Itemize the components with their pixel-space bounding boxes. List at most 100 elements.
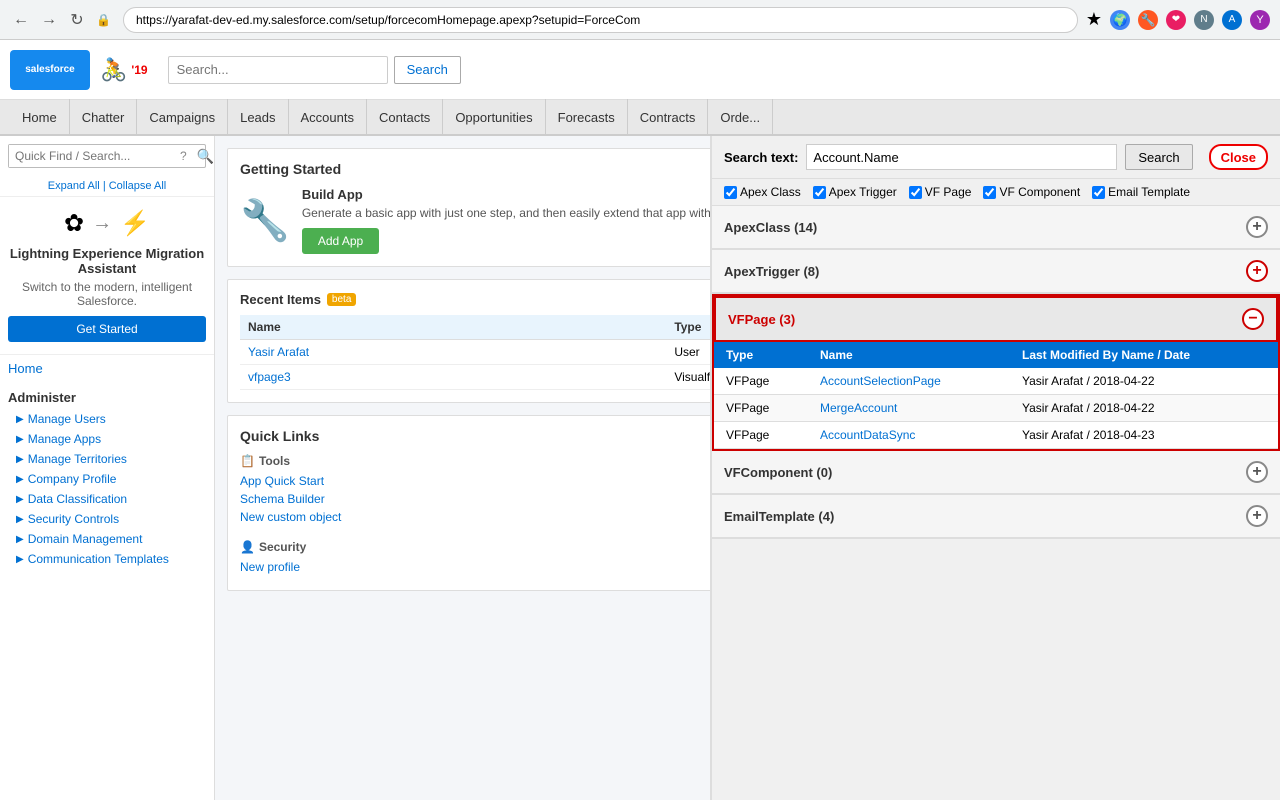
nav-item-contacts[interactable]: Contacts	[367, 99, 443, 135]
recent-item-link[interactable]: Yasir Arafat	[248, 345, 309, 359]
nav-item-chatter[interactable]: Chatter	[70, 99, 138, 135]
search-icon[interactable]: 🔍	[191, 146, 215, 167]
row-modified: Yasir Arafat / 2018-04-23	[1010, 422, 1278, 449]
nav-item-orders[interactable]: Orde...	[708, 99, 773, 135]
security-controls-link[interactable]: Security Controls	[28, 512, 119, 526]
sidebar-item-company-profile[interactable]: ▶ Company Profile	[8, 469, 206, 489]
filter-apex-class: Apex Class	[724, 185, 801, 199]
apex-class-label: Apex Class	[740, 185, 801, 199]
nav-item-accounts[interactable]: Accounts	[289, 99, 367, 135]
vf-page-link[interactable]: AccountDataSync	[820, 428, 915, 442]
email-template-toggle[interactable]: +	[1246, 505, 1268, 527]
tools-section: 📋 Tools App Quick Start Schema Builder N…	[240, 454, 742, 528]
search-overlay: Search text: Search Close Apex Class Ape…	[710, 136, 1280, 800]
recent-name-header: Name	[240, 315, 666, 340]
schema-builder-link[interactable]: Schema Builder	[240, 492, 742, 506]
new-profile-link[interactable]: New profile	[240, 560, 742, 574]
nav-item-opportunities[interactable]: Opportunities	[443, 99, 545, 135]
address-bar[interactable]	[123, 7, 1078, 33]
vf-page-link[interactable]: AccountSelectionPage	[820, 374, 941, 388]
vf-component-label: VF Component	[999, 185, 1080, 199]
collapse-all-link[interactable]: Collapse All	[109, 180, 166, 192]
flower-icon: ✿	[64, 209, 84, 238]
apex-trigger-label: Apex Trigger	[829, 185, 897, 199]
reload-button[interactable]: ↻	[66, 9, 88, 31]
nav-item-campaigns[interactable]: Campaigns	[137, 99, 228, 135]
vf-component-toggle[interactable]: +	[1246, 461, 1268, 483]
nav-item-contracts[interactable]: Contracts	[628, 99, 709, 135]
sidebar-item-data-classification[interactable]: ▶ Data Classification	[8, 489, 206, 509]
nav-item-home[interactable]: Home	[10, 99, 70, 135]
back-button[interactable]: ←	[10, 9, 32, 31]
sidebar-item-manage-apps[interactable]: ▶ Manage Apps	[8, 429, 206, 449]
vf-page-toggle[interactable]: −	[1242, 308, 1264, 330]
row-name: AccountDataSync	[808, 422, 1010, 449]
vf-page-checkbox[interactable]	[909, 186, 922, 199]
browser-nav: ← → ↻	[10, 9, 88, 31]
sf-search-button[interactable]: Search	[394, 56, 461, 84]
search-text-input[interactable]	[806, 144, 1117, 170]
sidebar-item-domain-management[interactable]: ▶ Domain Management	[8, 529, 206, 549]
sidebar-item-security-controls[interactable]: ▶ Security Controls	[8, 509, 206, 529]
nav-item-forecasts[interactable]: Forecasts	[546, 99, 628, 135]
vf-component-checkbox[interactable]	[983, 186, 996, 199]
recent-item-link[interactable]: vfpage3	[248, 370, 291, 384]
apex-trigger-toggle[interactable]: +	[1246, 260, 1268, 282]
table-row: VFPage AccountSelectionPage Yasir Arafat…	[714, 368, 1278, 395]
email-template-header[interactable]: EmailTemplate (4) +	[712, 495, 1280, 538]
manage-territories-link[interactable]: Manage Territories	[28, 452, 127, 466]
search-execute-button[interactable]: Search	[1125, 144, 1192, 170]
forward-button[interactable]: →	[38, 9, 60, 31]
manage-apps-link[interactable]: Manage Apps	[28, 432, 101, 446]
row-name: MergeAccount	[808, 395, 1010, 422]
manage-users-link[interactable]: Manage Users	[28, 412, 106, 426]
sidebar-search-input[interactable]	[9, 145, 176, 167]
sidebar-home-link[interactable]: Home	[0, 355, 214, 382]
security-section: 👤 Security New profile	[240, 540, 742, 578]
email-template-checkbox[interactable]	[1092, 186, 1105, 199]
security-label: 👤 Security	[240, 540, 742, 554]
migration-icons: ✿ → ⚡	[8, 209, 206, 238]
email-template-section: EmailTemplate (4) +	[712, 495, 1280, 539]
expand-all-link[interactable]: Expand All	[48, 180, 100, 192]
top-nav: Home Chatter Campaigns Leads Accounts Co…	[0, 100, 1280, 136]
apex-class-toggle[interactable]: +	[1246, 216, 1268, 238]
sidebar-item-communication-templates[interactable]: ▶ Communication Templates	[8, 549, 206, 569]
sf-search-input[interactable]	[168, 56, 388, 84]
main-layout: ? 🔍 Expand All | Collapse All ✿ → ⚡ Ligh…	[0, 136, 1280, 800]
email-template-title: EmailTemplate (4)	[724, 509, 834, 524]
new-custom-object-link[interactable]: New custom object	[240, 510, 742, 524]
domain-management-link[interactable]: Domain Management	[28, 532, 143, 546]
get-started-button[interactable]: Get Started	[8, 316, 206, 342]
email-template-label: Email Template	[1108, 185, 1190, 199]
sidebar-item-manage-users[interactable]: ▶ Manage Users	[8, 409, 206, 429]
apex-trigger-section: ApexTrigger (8) +	[712, 250, 1280, 294]
vf-component-header[interactable]: VFComponent (0) +	[712, 451, 1280, 494]
vf-page-header[interactable]: VFPage (3) −	[714, 296, 1278, 342]
row-modified: Yasir Arafat / 2018-04-22	[1010, 368, 1278, 395]
arrow-icon: ▶	[16, 534, 24, 545]
apex-trigger-checkbox[interactable]	[813, 186, 826, 199]
arrow-icon: ▶	[16, 554, 24, 565]
nav-item-leads[interactable]: Leads	[228, 99, 288, 135]
user-avatar-area: 🚴 '19	[100, 57, 148, 83]
salesforce-logo[interactable]: salesforce	[10, 50, 90, 90]
row-type: VFPage	[714, 368, 808, 395]
beta-badge: beta	[327, 293, 356, 306]
company-profile-link[interactable]: Company Profile	[28, 472, 117, 486]
apex-class-checkbox[interactable]	[724, 186, 737, 199]
browser-icons: ★ 🌍 🔧 ❤ N A Y	[1086, 9, 1270, 30]
apex-trigger-header[interactable]: ApexTrigger (8) +	[712, 250, 1280, 293]
app-quick-start-link[interactable]: App Quick Start	[240, 474, 742, 488]
sidebar-item-manage-territories[interactable]: ▶ Manage Territories	[8, 449, 206, 469]
communication-templates-link[interactable]: Communication Templates	[28, 552, 169, 566]
migration-title: Lightning Experience Migration Assistant	[8, 246, 206, 276]
sidebar-search-area: ? 🔍	[8, 144, 206, 168]
search-overlay-header: Search text: Search Close	[712, 136, 1280, 179]
vf-page-table: Type Name Last Modified By Name / Date V…	[714, 342, 1278, 449]
add-app-button[interactable]: Add App	[302, 228, 379, 254]
close-button[interactable]: Close	[1209, 144, 1268, 170]
apex-class-header[interactable]: ApexClass (14) +	[712, 206, 1280, 249]
vf-page-link[interactable]: MergeAccount	[820, 401, 897, 415]
data-classification-link[interactable]: Data Classification	[28, 492, 127, 506]
